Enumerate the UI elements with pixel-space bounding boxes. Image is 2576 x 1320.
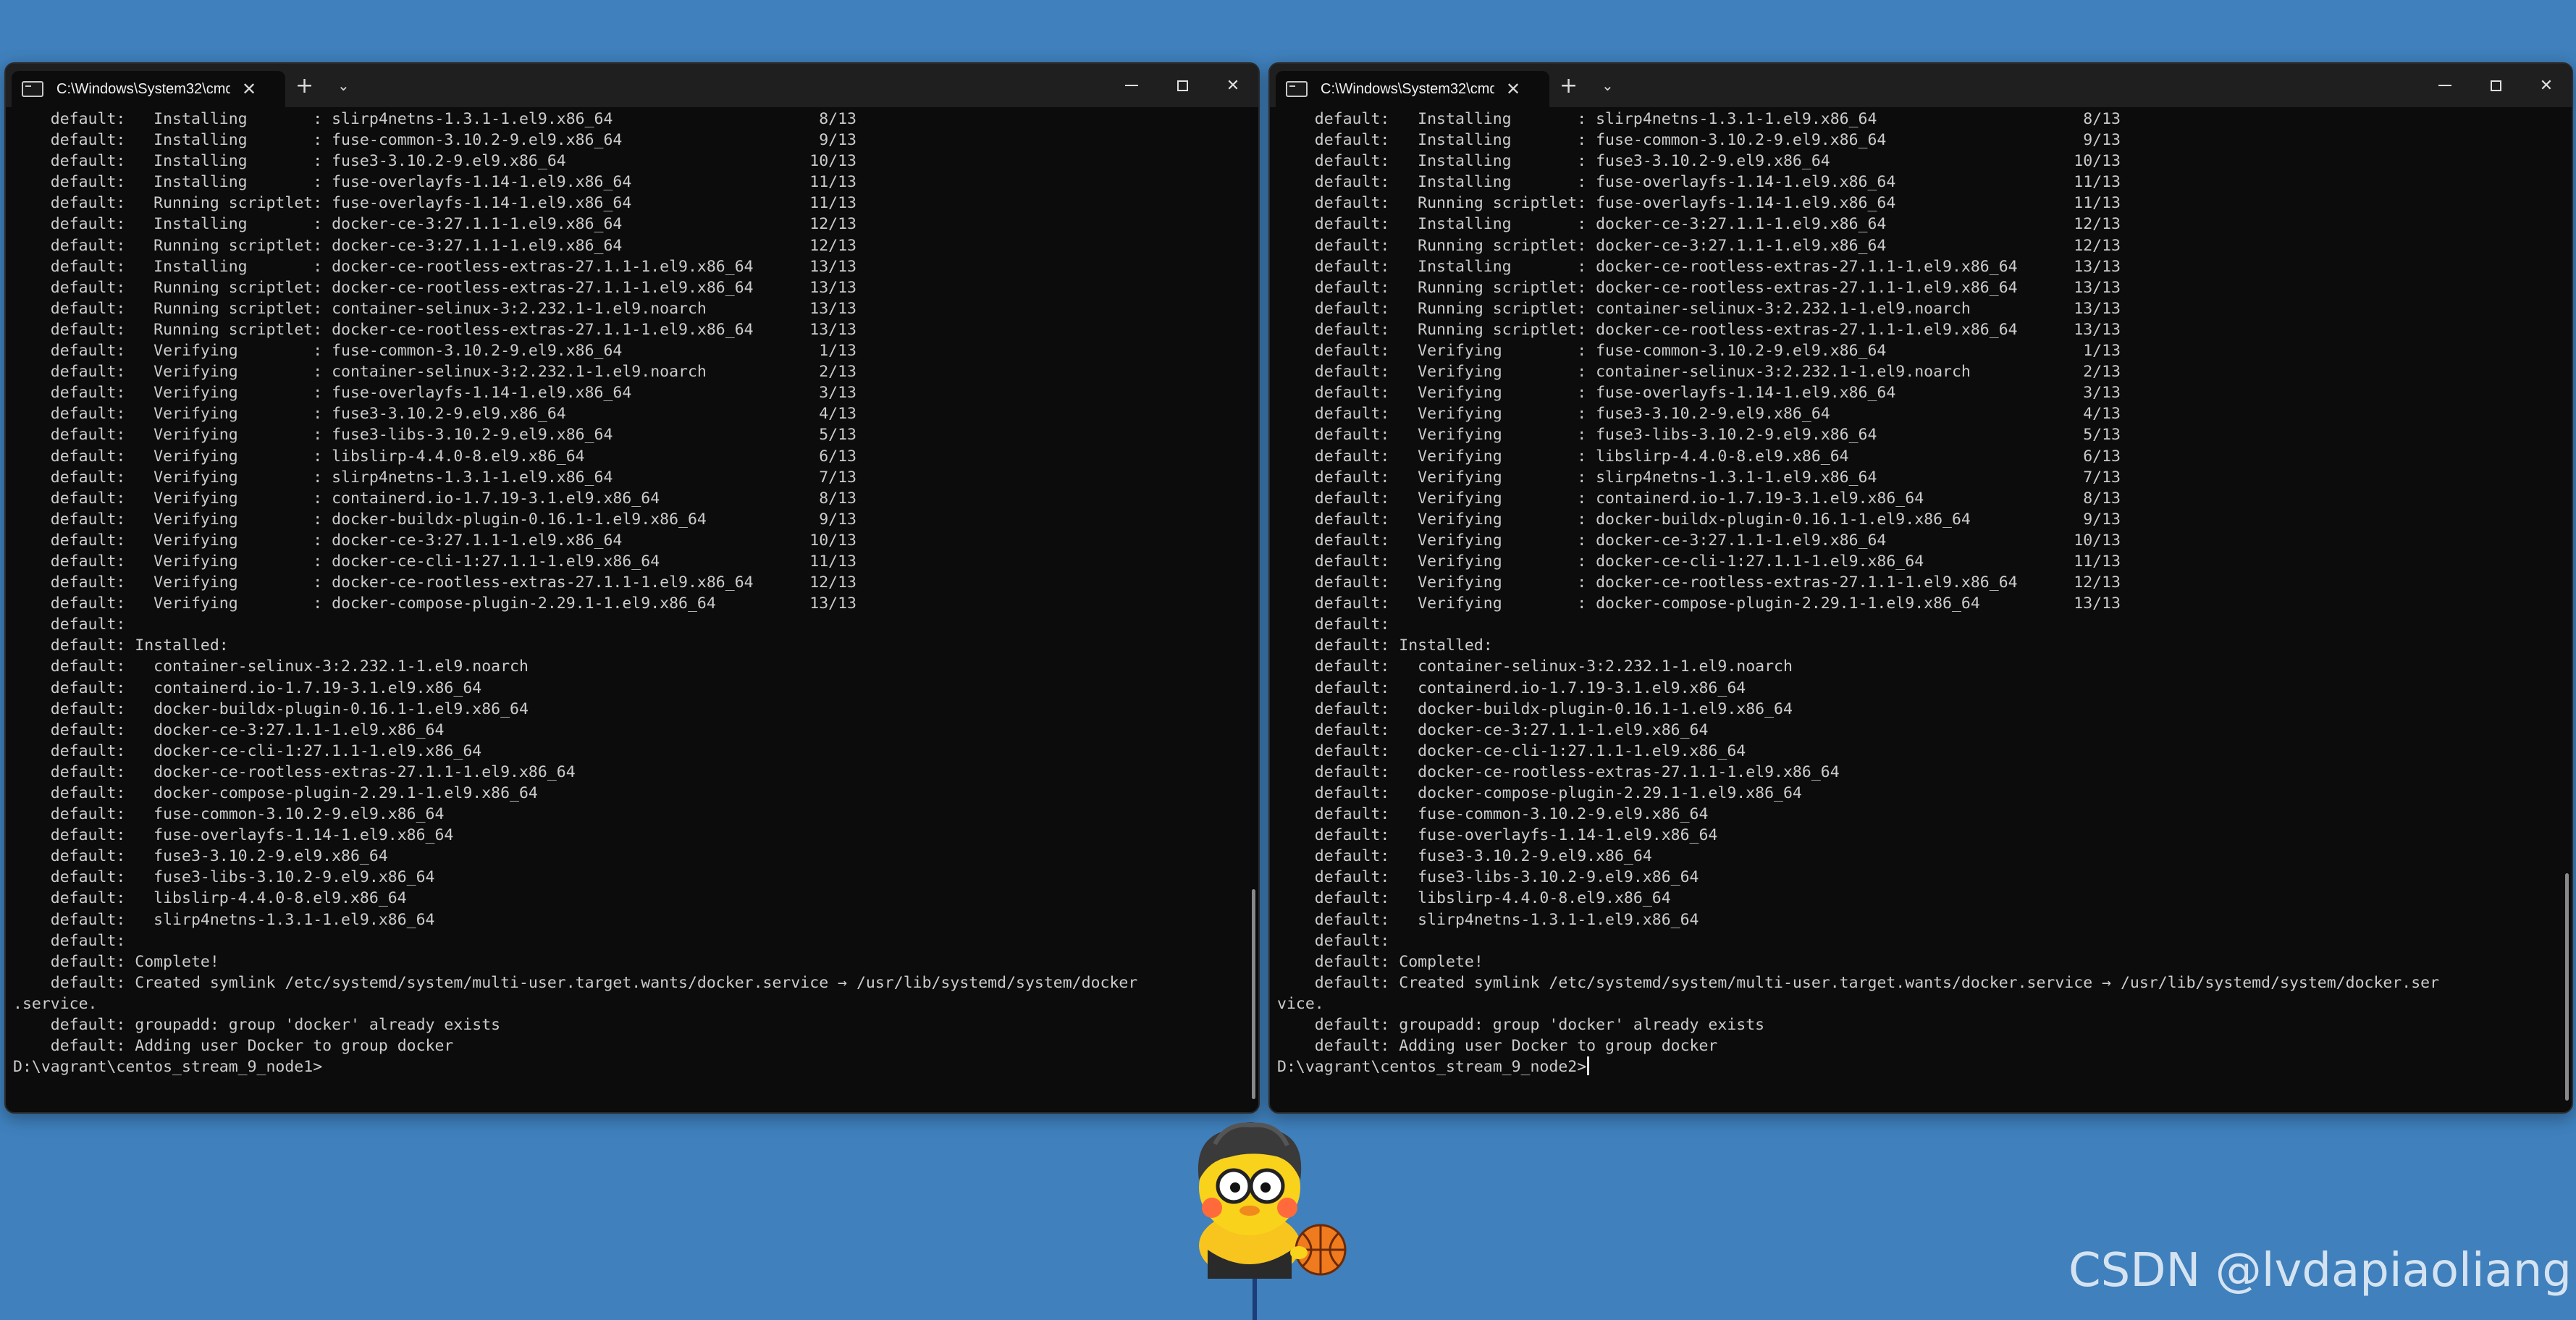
text-cursor [1587, 1056, 1590, 1076]
maximize-icon [2490, 80, 2501, 91]
tab-title: C:\Windows\System32\cmd.e [56, 80, 230, 97]
new-tab-button[interactable]: + [1560, 75, 1578, 97]
watermark-text: CSDN @lvdapiaoliang [2068, 1244, 2572, 1298]
chevron-down-icon[interactable]: ⌄ [1601, 77, 1614, 94]
command-prompt: D:\vagrant\centos_stream_9_node2> [1277, 1058, 1587, 1077]
window-controls: ✕ [1106, 64, 1258, 107]
terminal-window-node2[interactable]: C:\Windows\System32\cmd.e ✕ + ⌄ ✕ defaul… [1268, 62, 2573, 1114]
window-titlebar[interactable]: C:\Windows\System32\cmd.e ✕ + ⌄ ✕ [1270, 64, 2572, 107]
scrollbar-thumb[interactable] [1252, 889, 1255, 1099]
tab-title: C:\Windows\System32\cmd.e [1321, 80, 1494, 97]
maximize-button[interactable] [1157, 64, 1208, 107]
close-tab-icon[interactable]: ✕ [1506, 80, 1520, 98]
command-prompt: D:\vagrant\centos_stream_9_node1> [13, 1058, 323, 1077]
close-tab-icon[interactable]: ✕ [242, 80, 256, 98]
minimize-button[interactable] [1106, 64, 1157, 107]
close-window-button[interactable]: ✕ [2521, 64, 2572, 107]
desktop: C:\Windows\System32\cmd.e ✕ + ⌄ ✕ defaul… [0, 0, 2576, 1320]
terminal-prompt-line[interactable]: D:\vagrant\centos_stream_9_node2> [1277, 1056, 2564, 1077]
window-titlebar[interactable]: C:\Windows\System32\cmd.e ✕ + ⌄ ✕ [6, 64, 1258, 107]
terminal-tab[interactable]: C:\Windows\System32\cmd.e ✕ [12, 71, 285, 107]
minimize-button[interactable] [2420, 64, 2470, 107]
terminal-window-node1[interactable]: C:\Windows\System32\cmd.e ✕ + ⌄ ✕ defaul… [4, 62, 1260, 1114]
duck-mascot-sticker [1197, 1122, 1347, 1279]
minimize-icon [1125, 85, 1138, 86]
terminal-output[interactable]: default: Installing : slirp4netns-1.3.1-… [6, 109, 1258, 1112]
terminal-prompt-line[interactable]: D:\vagrant\centos_stream_9_node1> [13, 1056, 1251, 1077]
terminal-text: default: Installing : slirp4netns-1.3.1-… [1277, 110, 2440, 1056]
close-window-button[interactable]: ✕ [1208, 64, 1258, 107]
terminal-text: default: Installing : slirp4netns-1.3.1-… [13, 110, 1138, 1056]
maximize-button[interactable] [2470, 64, 2521, 107]
new-tab-button[interactable]: + [295, 75, 313, 97]
chevron-down-icon[interactable]: ⌄ [337, 77, 350, 94]
minimize-icon [2438, 85, 2451, 86]
maximize-icon [1177, 80, 1188, 91]
window-controls: ✕ [2420, 64, 2572, 107]
terminal-tab[interactable]: C:\Windows\System32\cmd.e ✕ [1276, 71, 1549, 107]
cmd-icon [1286, 81, 1308, 97]
scrollbar-thumb[interactable] [2565, 873, 2569, 1101]
terminal-output[interactable]: default: Installing : slirp4netns-1.3.1-… [1270, 109, 2572, 1112]
cmd-icon [22, 81, 43, 97]
